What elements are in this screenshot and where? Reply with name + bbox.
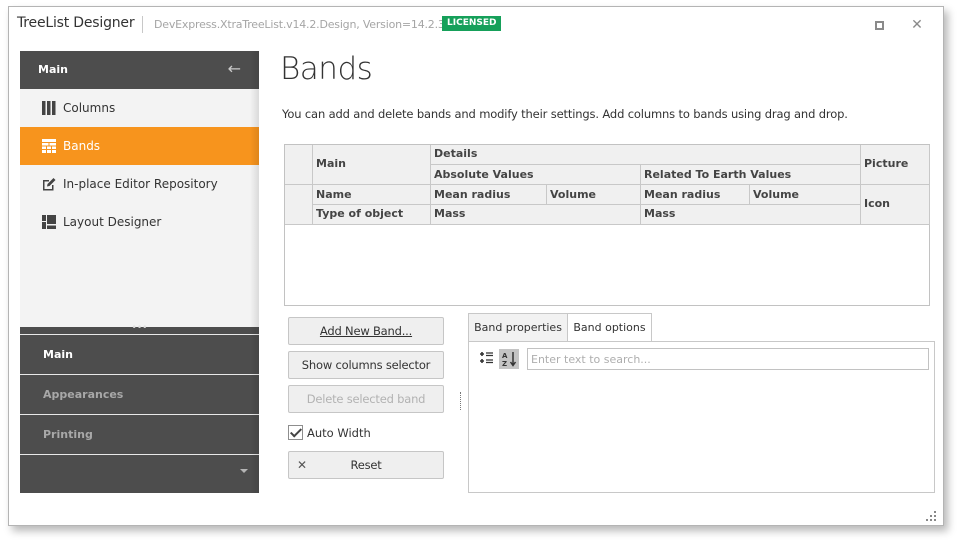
sidebar-header: Main ←	[20, 51, 259, 89]
bands-icon	[42, 139, 56, 153]
app-title: TreeList Designer	[17, 15, 135, 31]
edit-icon	[43, 178, 56, 191]
svg-text:A: A	[502, 352, 508, 360]
close-button[interactable]: ✕	[909, 17, 925, 33]
column-header-rel-mean-radius[interactable]: Mean radius	[641, 185, 750, 205]
band-grid[interactable]: Main Details Absolute Values Related To …	[284, 144, 930, 306]
delete-selected-band-button[interactable]: Delete selected band	[288, 385, 444, 413]
tab-band-properties[interactable]: Band properties	[468, 313, 568, 342]
categorized-view-icon[interactable]	[477, 349, 497, 369]
column-header-abs-volume[interactable]: Volume	[547, 185, 641, 205]
column-header-abs-mass[interactable]: Mass	[431, 205, 641, 225]
nav-group-printing[interactable]: Printing	[20, 414, 259, 454]
indicator-cell	[285, 145, 313, 185]
add-new-band-button[interactable]: Add New Band...	[288, 317, 444, 345]
band-header-absolute-values[interactable]: Absolute Values	[431, 165, 641, 185]
band-header-details[interactable]: Details	[431, 145, 861, 165]
title-separator	[142, 16, 143, 33]
reset-button[interactable]: ✕ Reset	[288, 451, 444, 479]
version-text: DevExpress.XtraTreeList.v14.2.Design, Ve…	[154, 18, 455, 31]
columns-icon	[42, 101, 56, 115]
nav-group-label: Printing	[43, 428, 93, 441]
sidebar-header-label: Main	[38, 63, 68, 76]
auto-width-checkbox[interactable]	[288, 425, 303, 440]
column-header-name[interactable]: Name	[313, 185, 431, 205]
tab-band-options[interactable]: Band options	[567, 313, 652, 342]
band-header-picture[interactable]: Picture	[861, 145, 930, 185]
maximize-icon	[874, 21, 884, 30]
reset-label: Reset	[350, 458, 382, 472]
column-header-abs-mean-radius[interactable]: Mean radius	[431, 185, 547, 205]
overflow-dropdown-icon[interactable]	[240, 469, 248, 473]
band-header-related-to-earth-values[interactable]: Related To Earth Values	[641, 165, 861, 185]
licensed-badge: LICENSED	[442, 16, 502, 31]
column-header-icon[interactable]: Icon	[861, 185, 930, 225]
designer-window: TreeList Designer DevExpress.XtraTreeLis…	[8, 6, 944, 526]
show-columns-selector-button[interactable]: Show columns selector	[288, 351, 444, 379]
nav-group-label: Appearances	[43, 388, 124, 401]
sidebar-item-label: Bands	[63, 139, 101, 153]
sidebar-item-columns[interactable]: Columns	[20, 89, 259, 127]
panel-splitter[interactable]	[460, 392, 461, 410]
sidebar-item-label: Columns	[63, 101, 116, 115]
indicator-cell	[285, 185, 313, 225]
sidebar-item-label: In-place Editor Repository	[63, 177, 218, 191]
nav-group-main[interactable]: Main	[20, 334, 259, 374]
maximize-button[interactable]	[871, 17, 887, 33]
column-header-rel-volume[interactable]: Volume	[750, 185, 861, 205]
page-title: Bands	[280, 51, 373, 87]
svg-text:Z: Z	[502, 360, 507, 368]
auto-width-label[interactable]: Auto Width	[307, 426, 371, 440]
sidebar-item-bands[interactable]: Bands	[20, 127, 259, 165]
column-header-rel-mass[interactable]: Mass	[641, 205, 861, 225]
back-arrow-icon[interactable]: ←	[228, 59, 241, 78]
property-grid-panel: A Z	[468, 341, 935, 493]
nav-group-appearances[interactable]: Appearances	[20, 374, 259, 414]
sidebar-item-layout-designer[interactable]: Layout Designer	[20, 203, 259, 241]
nav-group-label: Main	[43, 348, 73, 361]
page-description: You can add and delete bands and modify …	[282, 107, 848, 121]
sidebar-item-label: Layout Designer	[63, 215, 162, 229]
resize-grip-icon[interactable]	[925, 511, 937, 521]
sidebar: Main ← Columns Bands In-place Editor Rep…	[20, 51, 259, 493]
sidebar-splitter[interactable]: •••	[20, 324, 259, 334]
nav-overflow-bar	[20, 454, 259, 493]
title-bar: TreeList Designer DevExpress.XtraTreeLis…	[9, 7, 943, 47]
property-search-input[interactable]	[527, 348, 929, 370]
close-icon: ✕	[911, 17, 923, 33]
column-header-type-of-object[interactable]: Type of object	[313, 205, 431, 225]
reset-icon: ✕	[297, 458, 307, 472]
band-header-main[interactable]: Main	[313, 145, 431, 185]
sort-alphabetical-icon[interactable]: A Z	[499, 349, 519, 369]
layout-icon	[42, 215, 56, 229]
sidebar-item-in-place-editor-repository[interactable]: In-place Editor Repository	[20, 165, 259, 203]
